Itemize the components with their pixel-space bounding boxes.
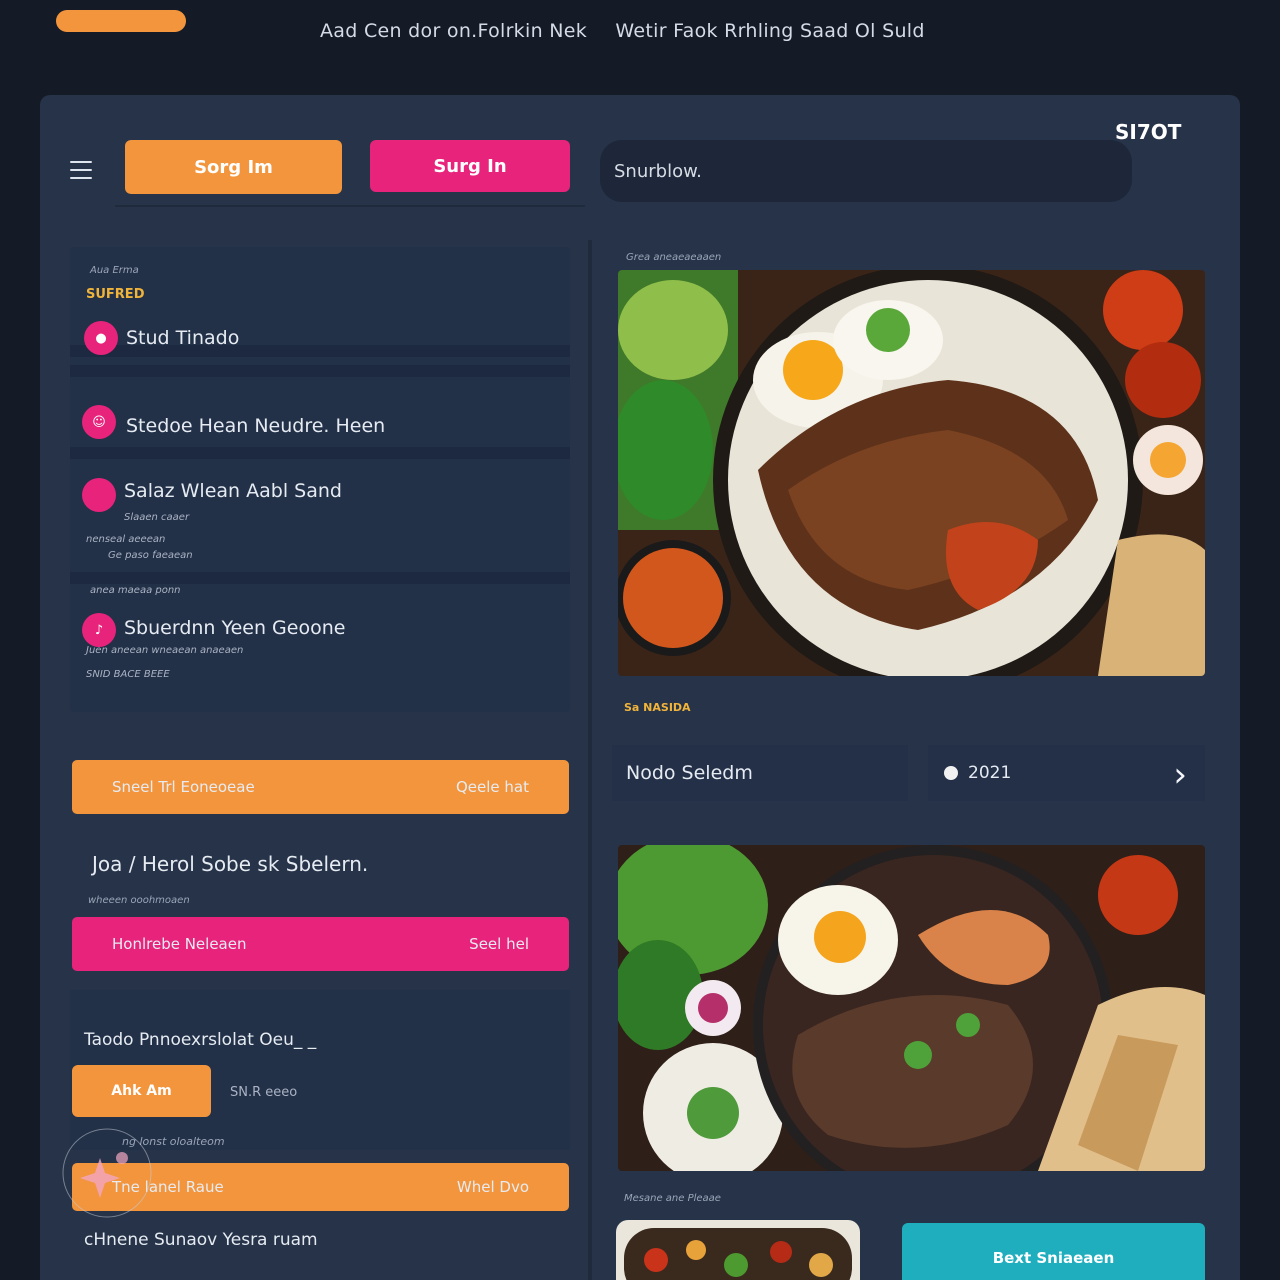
info-heading: Joa / Herol Sobe sk Sbelern. — [92, 852, 369, 876]
rating-box[interactable]: 2021 › — [928, 745, 1205, 801]
category-panel: Aua Erma SUFRED ● Stud Tinado ☺ Stedoe H… — [70, 247, 570, 712]
category-label: Sbuerdnn Yeen Geoone — [124, 617, 346, 639]
sign-in-button[interactable]: Sorg Im — [125, 140, 342, 194]
food-image-secondary[interactable] — [618, 845, 1205, 1171]
category-label: Stud Tinado — [126, 327, 240, 349]
banner-text-1: Aad Cen dor on.Folrkin Nek — [320, 20, 588, 42]
dish-name[interactable]: Nodo Seledm — [612, 745, 908, 801]
food-caption: Grea aneaeaeaaen — [626, 252, 722, 263]
category-label: Salaz Wlean Aabl Sand — [124, 480, 342, 502]
category-group-label: anea maeaa ponn — [90, 585, 181, 596]
category-sub: Juen aneean wneaean anaeaen — [86, 645, 244, 656]
dish-caption: Sa NASIDA — [624, 701, 691, 714]
chevron-right-icon[interactable]: › — [1173, 755, 1187, 795]
category-sub: nenseal aeeean — [86, 534, 166, 545]
category-label: Stedoe Hean Neudre. Heen — [126, 415, 386, 437]
hamburger-icon[interactable] — [70, 161, 92, 179]
search-bar[interactable] — [600, 140, 1132, 202]
category-sub: Slaaen caaer — [124, 512, 190, 523]
rating-value: 2021 — [968, 763, 1012, 783]
tracker-title: Taodo Pnnoexrslolat Oeu_ _ — [84, 1030, 317, 1050]
top-banner: Aad Cen dor on.Folrkin Nek Wetir Faok Rr… — [320, 20, 925, 42]
action-bar-label: Sneel Trl Eoneoeae — [112, 778, 255, 796]
top-accent-pill — [56, 10, 186, 32]
sparkle-logo — [62, 1128, 152, 1218]
action-bar-link[interactable]: Qeele hat — [456, 778, 529, 796]
category-sub: Ge paso faeaean — [108, 550, 193, 561]
dot-icon — [944, 766, 958, 780]
stop-label[interactable]: SI7OT — [1115, 120, 1181, 144]
pink-action-bar[interactable]: Honlrebe Neleaen Seel hel — [72, 917, 569, 971]
banner-text-2: Wetir Faok Rrhling Saad Ol Suld — [615, 20, 925, 42]
food-image-tertiary[interactable] — [616, 1220, 860, 1280]
category-panel-title: SUFRED — [86, 287, 145, 302]
food-image-main[interactable] — [618, 270, 1205, 676]
food-caption-secondary: Mesane ane Pleaae — [624, 1193, 721, 1204]
category-dot-icon — [82, 478, 116, 512]
category-dot-icon: ☺ — [82, 405, 116, 439]
action-bar-link[interactable]: Seel hel — [469, 935, 529, 953]
app-shell: Sorg Im Surg In SI7OT Aua Erma SUFRED ● … — [40, 95, 1240, 1280]
action-bar-link[interactable]: Whel Dvo — [457, 1178, 529, 1196]
info-subtext: wheeen ooohmoaen — [88, 895, 190, 906]
category-dot-icon: ● — [84, 321, 118, 355]
search-input[interactable] — [614, 160, 1132, 182]
add-meta: SN.R eeeo — [230, 1085, 298, 1100]
header-divider — [115, 205, 585, 207]
action-bar-label: Honlrebe Neleaen — [112, 935, 247, 953]
add-button[interactable]: Ahk Am — [72, 1065, 211, 1117]
category-panel-subtitle: Aua Erma — [90, 265, 139, 276]
orange-action-bar[interactable]: Sneel Trl Eoneoeae Qeele hat — [72, 760, 569, 814]
footer-text: cHnene Sunaov Yesra ruam — [84, 1230, 318, 1250]
sign-up-button[interactable]: Surg In — [370, 140, 570, 192]
category-sub: SNID BACE BEEE — [86, 669, 170, 680]
column-divider — [588, 240, 592, 1280]
category-dot-icon: ♪ — [82, 613, 116, 647]
teal-cta-button[interactable]: Bext Sniaeaen — [902, 1223, 1205, 1280]
